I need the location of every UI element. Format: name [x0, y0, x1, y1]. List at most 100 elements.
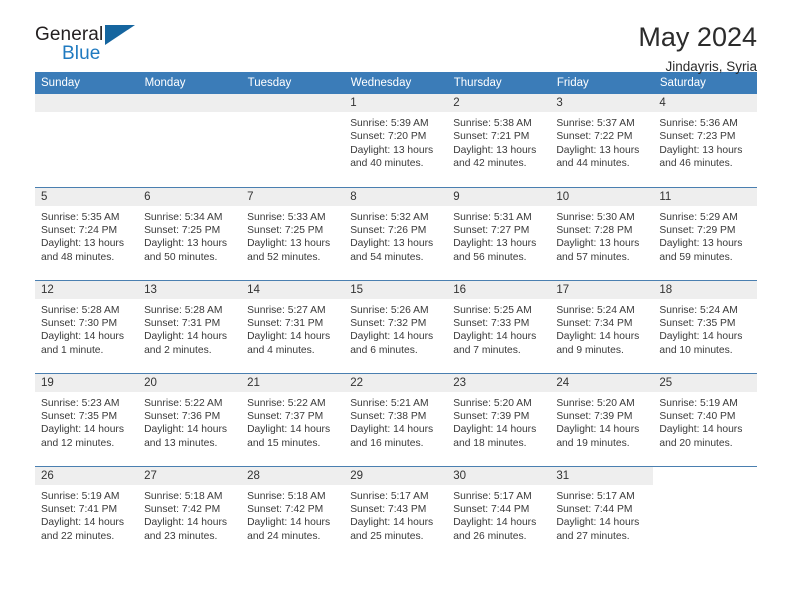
day-details: Sunrise: 5:34 AM Sunset: 7:25 PM Daylight:… [138, 206, 241, 265]
calendar-empty-cell [35, 94, 139, 187]
day-detail-line: Sunset: 7:44 PM [453, 503, 530, 515]
day-details: Sunrise: 5:24 AM Sunset: 7:34 PM Daylight:… [550, 299, 653, 358]
day-detail-line: Sunset: 7:22 PM [556, 131, 633, 143]
day-number: 6 [138, 187, 242, 206]
calendar-day-cell[interactable]: 5 Sunrise: 5:35 AM Sunset: 7:24 PM Daylight… [35, 186, 139, 280]
day-detail-line: Daylight: 14 hours [659, 331, 743, 343]
page-subtitle: Jindayris, Syria [665, 59, 757, 74]
day-detail-line: Sunset: 7:25 PM [247, 224, 324, 236]
day-detail-line: Sunrise: 5:39 AM [350, 118, 429, 129]
day-detail-line: Sunset: 7:36 PM [144, 410, 221, 422]
calendar-day-cell[interactable]: 21 Sunrise: 5:22 AM Sunset: 7:37 PM Dayligh… [241, 372, 345, 466]
day-number: 27 [138, 466, 242, 485]
weekday-header-cell: Saturday [653, 72, 758, 94]
day-detail-line: Daylight: 13 hours [144, 238, 228, 250]
calendar-day-cell[interactable]: 30 Sunrise: 5:17 AM Sunset: 7:44 PM Dayligh… [447, 465, 551, 559]
day-detail-line: Daylight: 14 hours [453, 424, 537, 436]
calendar-day-cell[interactable]: 24 Sunrise: 5:20 AM Sunset: 7:39 PM Dayligh… [550, 372, 654, 466]
calendar-day-cell[interactable]: 28 Sunrise: 5:18 AM Sunset: 7:42 PM Dayligh… [241, 465, 345, 559]
calendar-day-cell[interactable]: 11 Sunrise: 5:29 AM Sunset: 7:29 PM Dayligh… [653, 186, 757, 280]
calendar-day-cell[interactable]: 9 Sunrise: 5:31 AM Sunset: 7:27 PM Daylight… [447, 186, 551, 280]
day-number: 12 [35, 280, 139, 299]
day-details: Sunrise: 5:19 AM Sunset: 7:40 PM Daylight:… [653, 392, 756, 451]
day-number: 5 [35, 187, 139, 206]
day-detail-line: Sunrise: 5:31 AM [453, 211, 532, 223]
calendar-day-cell[interactable]: 8 Sunrise: 5:32 AM Sunset: 7:26 PM Daylight… [344, 186, 448, 280]
day-detail-line: and 2 minutes. [144, 344, 212, 356]
calendar-day-cell[interactable]: 15 Sunrise: 5:26 AM Sunset: 7:32 PM Dayligh… [344, 279, 448, 373]
day-details: Sunrise: 5:22 AM Sunset: 7:36 PM Daylight:… [138, 392, 241, 451]
calendar-day-cell[interactable]: 20 Sunrise: 5:22 AM Sunset: 7:36 PM Dayligh… [138, 372, 242, 466]
calendar-day-cell[interactable]: 25 Sunrise: 5:19 AM Sunset: 7:40 PM Dayligh… [653, 372, 757, 466]
calendar-day-cell[interactable]: 18 Sunrise: 5:24 AM Sunset: 7:35 PM Dayligh… [653, 279, 757, 373]
day-details [653, 485, 756, 490]
calendar-day-cell[interactable]: 4 Sunrise: 5:36 AM Sunset: 7:23 PM Daylight… [653, 94, 757, 187]
day-detail-line: Daylight: 14 hours [144, 424, 228, 436]
day-details: Sunrise: 5:24 AM Sunset: 7:35 PM Daylight:… [653, 299, 756, 358]
calendar-day-cell[interactable]: 26 Sunrise: 5:19 AM Sunset: 7:41 PM Dayligh… [35, 465, 139, 559]
day-detail-line: and 59 minutes. [659, 251, 733, 263]
day-detail-line: Daylight: 14 hours [350, 424, 434, 436]
day-detail-line: and 13 minutes. [144, 437, 218, 449]
day-detail-line: Daylight: 13 hours [247, 238, 331, 250]
day-details [35, 112, 138, 117]
calendar-day-cell[interactable]: 29 Sunrise: 5:17 AM Sunset: 7:43 PM Dayligh… [344, 465, 448, 559]
day-details: Sunrise: 5:38 AM Sunset: 7:21 PM Daylight:… [447, 112, 550, 171]
day-detail-line: and 42 minutes. [453, 158, 527, 170]
calendar-day-cell[interactable]: 23 Sunrise: 5:20 AM Sunset: 7:39 PM Dayligh… [447, 372, 551, 466]
day-detail-line: Sunset: 7:38 PM [350, 410, 427, 422]
calendar-day-cell[interactable]: 10 Sunrise: 5:30 AM Sunset: 7:28 PM Dayligh… [550, 186, 654, 280]
day-detail-line: and 1 minute. [41, 344, 104, 356]
calendar-day-cell[interactable]: 14 Sunrise: 5:27 AM Sunset: 7:31 PM Dayligh… [241, 279, 345, 373]
day-number: 16 [447, 280, 551, 299]
day-detail-line: Sunset: 7:30 PM [41, 317, 118, 329]
weekday-header-cell: Sunday [35, 72, 139, 94]
calendar-day-cell[interactable]: 16 Sunrise: 5:25 AM Sunset: 7:33 PM Dayligh… [447, 279, 551, 373]
day-detail-line: and 12 minutes. [41, 437, 115, 449]
calendar-day-cell[interactable]: 17 Sunrise: 5:24 AM Sunset: 7:34 PM Dayligh… [550, 279, 654, 373]
day-detail-line: Sunrise: 5:34 AM [144, 211, 223, 223]
day-detail-line: Daylight: 14 hours [350, 517, 434, 529]
calendar-day-cell[interactable]: 31 Sunrise: 5:17 AM Sunset: 7:44 PM Dayligh… [550, 465, 654, 559]
day-details: Sunrise: 5:22 AM Sunset: 7:37 PM Daylight:… [241, 392, 344, 451]
day-detail-line: and 44 minutes. [556, 158, 630, 170]
calendar-day-cell[interactable]: 1 Sunrise: 5:39 AM Sunset: 7:20 PM Daylight… [344, 94, 448, 187]
day-detail-line: Sunrise: 5:24 AM [556, 304, 635, 316]
weekday-header: Sunday Monday Tuesday Wednesday Thursday Frid… [35, 72, 758, 94]
weekday-header-cell: Monday [138, 72, 242, 94]
day-detail-line: and 50 minutes. [144, 251, 218, 263]
weekday-header-cell: Thursday [447, 72, 551, 94]
day-detail-line: Sunset: 7:34 PM [556, 317, 633, 329]
calendar-page: General Blue May 2024 Jindayris, Syria S… [0, 0, 792, 612]
calendar-day-cell[interactable]: 19 Sunrise: 5:23 AM Sunset: 7:35 PM Dayligh… [35, 372, 139, 466]
calendar-day-cell[interactable]: 7 Sunrise: 5:33 AM Sunset: 7:25 PM Daylight… [241, 186, 345, 280]
day-detail-line: Sunrise: 5:17 AM [453, 490, 532, 502]
calendar-day-cell[interactable]: 6 Sunrise: 5:34 AM Sunset: 7:25 PM Daylight… [138, 186, 242, 280]
day-number: 25 [653, 373, 757, 392]
day-detail-line: and 10 minutes. [659, 344, 733, 356]
day-detail-line: and 48 minutes. [41, 251, 115, 263]
calendar-day-cell[interactable]: 3 Sunrise: 5:37 AM Sunset: 7:22 PM Daylight… [550, 94, 654, 187]
calendar-day-cell[interactable]: 22 Sunrise: 5:21 AM Sunset: 7:38 PM Dayligh… [344, 372, 448, 466]
day-detail-line: Daylight: 14 hours [41, 517, 124, 529]
general-blue-logo[interactable]: General Blue [35, 22, 145, 70]
day-detail-line: Sunrise: 5:38 AM [453, 118, 532, 129]
day-detail-line: Daylight: 14 hours [556, 517, 640, 529]
day-detail-line: and 18 minutes. [453, 437, 527, 449]
day-details: Sunrise: 5:17 AM Sunset: 7:44 PM Daylight:… [447, 485, 550, 544]
day-number: 18 [653, 280, 757, 299]
day-detail-line: and 15 minutes. [247, 437, 321, 449]
calendar-day-cell[interactable]: 2 Sunrise: 5:38 AM Sunset: 7:21 PM Daylight… [447, 94, 551, 187]
calendar-day-cell[interactable]: 13 Sunrise: 5:28 AM Sunset: 7:31 PM Dayligh… [138, 279, 242, 373]
day-detail-line: Daylight: 13 hours [453, 238, 537, 250]
calendar-day-cell[interactable]: 27 Sunrise: 5:18 AM Sunset: 7:42 PM Dayligh… [138, 465, 242, 559]
day-detail-line: Daylight: 14 hours [247, 424, 331, 436]
day-detail-line: Sunset: 7:21 PM [453, 131, 530, 143]
day-number: 1 [344, 94, 448, 112]
day-details: Sunrise: 5:31 AM Sunset: 7:27 PM Daylight:… [447, 206, 550, 265]
calendar-day-cell[interactable]: 12 Sunrise: 5:28 AM Sunset: 7:30 PM Dayligh… [35, 279, 139, 373]
day-number: 31 [550, 466, 654, 485]
day-detail-line: and 40 minutes. [350, 158, 424, 170]
day-details: Sunrise: 5:17 AM Sunset: 7:43 PM Daylight:… [344, 485, 447, 544]
day-detail-line: Sunrise: 5:18 AM [144, 490, 223, 502]
